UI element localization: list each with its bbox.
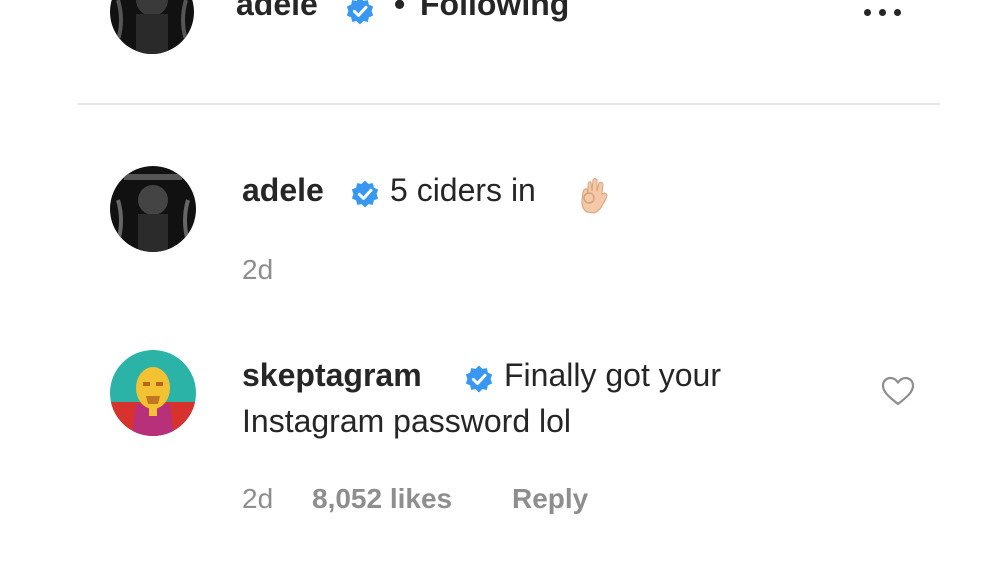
comment-timestamp: 2d [242,254,274,285]
comment-timestamp: 2d [242,483,274,514]
comment-text-line-1: Finally got your [504,357,721,393]
comment-text-line-2: Instagram password lol [242,403,572,439]
comment-username[interactable]: adele [242,172,324,209]
verified-badge-icon [464,364,494,394]
avatar[interactable] [110,350,196,436]
likes-count-button[interactable]: 8,052 likes [312,483,452,515]
comment-username[interactable]: skeptagram [242,357,422,394]
heart-outline-icon[interactable] [880,375,916,407]
reply-button[interactable]: Reply [512,483,588,515]
verified-badge-icon [345,0,375,26]
more-options-icon[interactable] [862,0,904,24]
post-header: adele • Following [0,0,1000,105]
instagram-comments-panel: adele • Following adele 5 ciders in 2d s… [0,0,1000,563]
comment-text: 5 ciders in [390,172,536,208]
header-username[interactable]: adele [236,0,318,23]
comment-item: adele 5 ciders in 2d [0,160,1000,300]
comment-item: skeptagram Finally got your Instagram pa… [0,345,1000,525]
following-button[interactable]: Following [420,0,569,23]
header-separator: • [394,0,406,22]
avatar[interactable] [110,166,196,252]
header-divider [78,103,940,105]
ok-hand-emoji-icon [578,174,612,214]
verified-badge-icon [350,179,380,209]
avatar[interactable] [110,0,194,54]
